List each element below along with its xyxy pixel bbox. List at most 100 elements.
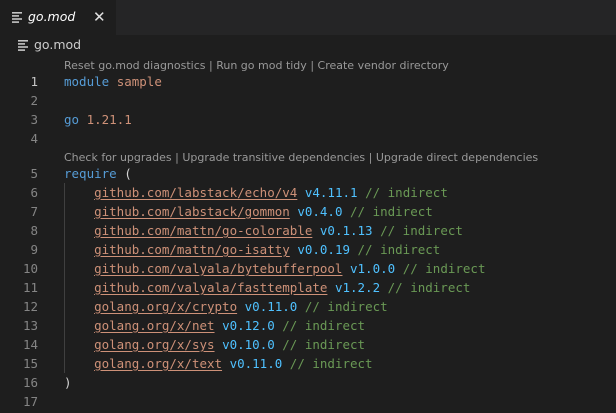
line-number: 13: [22, 318, 38, 333]
code-text: golang.org/x/net v0.12.0 // indirect: [64, 316, 365, 335]
code-text: require (: [64, 164, 132, 183]
indirect-comment: // indirect: [304, 299, 388, 314]
create-vendor-directory-link[interactable]: Create vendor directory: [318, 59, 449, 72]
code-line: 8 github.com/mattn/go-colorable v0.1.13 …: [0, 221, 616, 240]
keyword-module: module: [64, 74, 110, 89]
code-line: 6 github.com/labstack/echo/v4 v4.11.1 //…: [0, 183, 616, 202]
module-version: v0.11.0: [229, 356, 283, 371]
line-number: 9: [30, 242, 38, 257]
code-text: github.com/mattn/go-colorable v0.1.13 //…: [64, 221, 463, 240]
indirect-comment: // indirect: [387, 280, 471, 295]
code-text: github.com/valyala/fasttemplate v1.2.2 /…: [64, 278, 470, 297]
tab-go-mod[interactable]: go.mod ✕: [0, 0, 116, 35]
module-path-link[interactable]: github.com/labstack/echo/v4: [94, 185, 297, 200]
indirect-comment: // indirect: [402, 261, 486, 276]
module-version: v0.11.0: [244, 299, 298, 314]
code-line: 13 golang.org/x/net v0.12.0 // indirect: [0, 316, 616, 335]
module-path-link[interactable]: golang.org/x/text: [94, 356, 222, 371]
code-text: go 1.21.1: [64, 110, 132, 129]
module-path-link[interactable]: github.com/labstack/gommon: [94, 204, 290, 219]
code-line: 17: [0, 392, 616, 411]
indirect-comment: // indirect: [282, 318, 366, 333]
indirect-comment: // indirect: [282, 337, 366, 352]
line-number: 5: [30, 166, 38, 181]
code-text: github.com/labstack/gommon v0.4.0 // ind…: [64, 202, 433, 221]
module-version: v0.10.0: [222, 337, 275, 352]
codelens-separator: |: [310, 59, 318, 72]
code-line: 12 golang.org/x/crypto v0.11.0 // indire…: [0, 297, 616, 316]
check-for-upgrades-link[interactable]: Check for upgrades: [64, 151, 172, 164]
file-lines-icon: [12, 12, 22, 23]
indirect-comment: // indirect: [289, 356, 373, 371]
module-version: v0.0.19: [297, 242, 350, 257]
code-line: 9 github.com/mattn/go-isatty v0.0.19 // …: [0, 240, 616, 259]
code-text: golang.org/x/sys v0.10.0 // indirect: [64, 335, 365, 354]
code-text: github.com/labstack/echo/v4 v4.11.1 // i…: [64, 183, 448, 202]
open-paren: (: [124, 166, 132, 181]
code-line: 10 github.com/valyala/bytebufferpool v1.…: [0, 259, 616, 278]
close-icon[interactable]: ✕: [93, 8, 106, 26]
code-line: 16 ): [0, 373, 616, 392]
indirect-comment: // indirect: [357, 242, 441, 257]
indirect-comment: // indirect: [365, 185, 448, 200]
line-number: 2: [30, 93, 38, 108]
breadcrumb-file[interactable]: go.mod: [34, 37, 81, 52]
line-number: 1: [30, 74, 38, 89]
line-number: 10: [22, 261, 38, 276]
module-version: v1.0.0: [350, 261, 396, 276]
module-version: v0.4.0: [297, 204, 343, 219]
codelens-separator: |: [368, 151, 376, 164]
module-path-link[interactable]: golang.org/x/net: [94, 318, 214, 333]
code-text: github.com/mattn/go-isatty v0.0.19 // in…: [64, 240, 440, 259]
line-number: 17: [22, 394, 38, 409]
line-number: 6: [30, 185, 38, 200]
line-number: 11: [22, 280, 38, 295]
code-text: github.com/valyala/bytebufferpool v1.0.0…: [64, 259, 485, 278]
module-path-link[interactable]: github.com/mattn/go-isatty: [94, 242, 290, 257]
code-line: 5 require (: [0, 164, 616, 183]
line-number: 12: [22, 299, 38, 314]
module-path-link[interactable]: github.com/mattn/go-colorable: [94, 223, 312, 238]
module-version: v1.2.2: [334, 280, 381, 295]
code-line: 15 golang.org/x/text v0.11.0 // indirect: [0, 354, 616, 373]
line-number: 14: [22, 337, 38, 352]
module-version: v4.11.1: [304, 185, 358, 200]
code-line: 14 golang.org/x/sys v0.10.0 // indirect: [0, 335, 616, 354]
indirect-comment: // indirect: [350, 204, 433, 219]
breadcrumb: go.mod: [0, 35, 616, 56]
code-text: ): [64, 373, 72, 392]
code-line: 11 github.com/valyala/fasttemplate v1.2.…: [0, 278, 616, 297]
module-path-link[interactable]: github.com/valyala/bytebufferpool: [94, 261, 342, 276]
module-version: v0.12.0: [222, 318, 275, 333]
line-number: 4: [30, 131, 38, 146]
module-path-link[interactable]: golang.org/x/sys: [94, 337, 214, 352]
upgrade-transitive-link[interactable]: Upgrade transitive dependencies: [182, 151, 365, 164]
run-go-mod-tidy-link[interactable]: Run go mod tidy: [216, 59, 307, 72]
code-line: 7 github.com/labstack/gommon v0.4.0 // i…: [0, 202, 616, 221]
module-path-link[interactable]: golang.org/x/crypto: [94, 299, 237, 314]
code-text: golang.org/x/crypto v0.11.0 // indirect: [64, 297, 388, 316]
tab-title: go.mod: [28, 9, 76, 24]
file-lines-icon: [18, 40, 28, 51]
tab-bar: go.mod ✕: [0, 0, 616, 35]
code-text: module sample: [64, 72, 162, 91]
upgrade-direct-link[interactable]: Upgrade direct dependencies: [376, 151, 538, 164]
code-editor[interactable]: Reset go.mod diagnostics | Run go mod ti…: [0, 56, 616, 413]
keyword-go: go: [64, 112, 80, 127]
code-line: 1 module sample: [0, 72, 616, 91]
module-path-link[interactable]: github.com/valyala/fasttemplate: [94, 280, 327, 295]
close-paren: ): [64, 375, 72, 390]
line-number: 7: [30, 204, 38, 219]
go-version: 1.21.1: [86, 112, 132, 127]
line-number: 3: [30, 112, 38, 127]
reset-diagnostics-link[interactable]: Reset go.mod diagnostics: [64, 59, 206, 72]
module-version: v0.1.13: [319, 223, 373, 238]
module-name: sample: [116, 74, 162, 89]
code-line: 2: [0, 91, 616, 110]
keyword-require: require: [64, 166, 117, 181]
code-line: 3 go 1.21.1: [0, 110, 616, 129]
line-number: 15: [22, 356, 38, 371]
line-number: 16: [22, 375, 38, 390]
code-text: golang.org/x/text v0.11.0 // indirect: [64, 354, 373, 373]
code-line: 4: [0, 129, 616, 148]
